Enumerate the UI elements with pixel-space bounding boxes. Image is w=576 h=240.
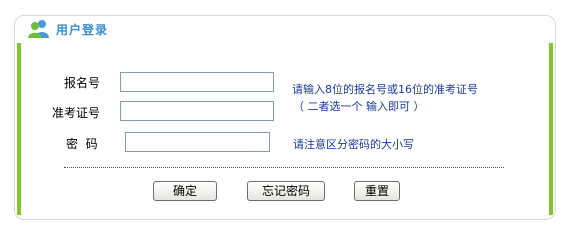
number-hint-line1: 请输入8位的报名号或16位的准考证号	[292, 83, 478, 96]
confirm-button[interactable]: 确定	[153, 181, 217, 201]
admission-ticket-label: 准考证号	[52, 106, 101, 120]
registration-number-input[interactable]	[120, 72, 274, 92]
panel-title: 用户登录	[56, 22, 109, 37]
reset-button[interactable]: 重置	[354, 181, 400, 201]
panel-header: 用户登录	[28, 18, 108, 40]
password-input[interactable]	[125, 132, 270, 152]
users-icon	[28, 19, 50, 39]
number-hint-line2: （ 二者选一个 输入即可 ）	[293, 100, 425, 113]
form-divider	[64, 167, 504, 168]
admission-ticket-input[interactable]	[120, 101, 274, 121]
forgot-password-button[interactable]: 忘记密码	[247, 181, 325, 201]
left-accent-bar	[17, 43, 21, 215]
password-label: 密 码	[66, 137, 98, 151]
password-hint: 请注意区分密码的大小写	[293, 138, 414, 151]
right-accent-bar	[549, 43, 553, 215]
registration-number-label: 报名号	[64, 76, 101, 90]
